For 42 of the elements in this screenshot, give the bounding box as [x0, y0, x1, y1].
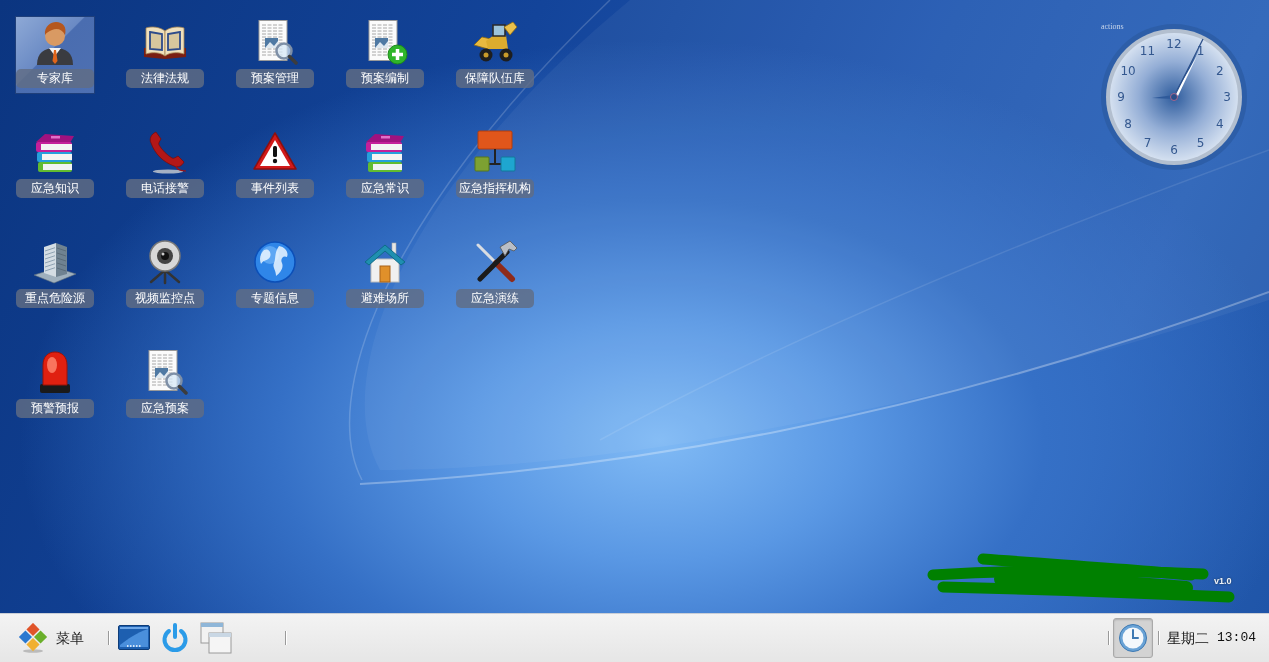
clock-numeral: 7	[1143, 135, 1152, 150]
org-chart-icon	[472, 129, 518, 175]
clock-numeral: 3	[1223, 90, 1231, 104]
clock-numeral: 12	[1166, 37, 1182, 51]
globe-icon	[252, 239, 298, 285]
desktop-shortcut[interactable]: 应急常识	[345, 126, 425, 204]
clock-numeral: 8	[1124, 116, 1132, 131]
house-icon	[362, 239, 408, 285]
desktop-shortcut[interactable]: 应急演练	[455, 236, 535, 314]
desktop-shortcut[interactable]: 预案编制	[345, 16, 425, 94]
desktop-shortcut[interactable]: 视频监控点	[125, 236, 205, 314]
clock-numeral: 5	[1196, 135, 1205, 150]
clock-numeral: 2	[1216, 63, 1224, 78]
desktop-shortcut[interactable]: 事件列表	[235, 126, 315, 204]
desktop-shortcut[interactable]: 应急指挥机构	[455, 126, 535, 204]
desktop-shortcut[interactable]: 法律法规	[125, 16, 205, 94]
clock-caption: actions	[1101, 22, 1124, 31]
clock-numeral: 4	[1216, 116, 1224, 131]
desktop-shortcut[interactable]: 预案管理	[235, 16, 315, 94]
desktop-shortcut[interactable]: 应急预案	[125, 346, 205, 424]
clock-numeral: 9	[1117, 90, 1125, 104]
power-icon[interactable]	[160, 623, 190, 653]
desktop-shortcut[interactable]: 专家库	[15, 16, 95, 94]
desktop-shortcut[interactable]: 保障队伍库	[455, 16, 535, 94]
weekday-text: 星期二	[1167, 628, 1209, 648]
desktop-shortcut[interactable]: 预警预报	[15, 346, 95, 424]
desktop-shortcut[interactable]: 专题信息	[235, 236, 315, 314]
desktop-shortcut[interactable]: 应急知识	[15, 126, 95, 204]
clock-button[interactable]	[1113, 618, 1153, 658]
desktop-screen-icon[interactable]	[118, 625, 150, 651]
clock-icon	[1118, 623, 1148, 653]
desktop-shortcut[interactable]: 电话接警	[125, 126, 205, 204]
desktop-shortcut[interactable]: 重点危险源	[15, 236, 95, 314]
start-menu-button[interactable]: 菜单	[18, 623, 84, 653]
version-label: v1.0	[1214, 576, 1232, 587]
clock-numeral: 11	[1139, 44, 1156, 59]
clock-numeral: 6	[1170, 143, 1178, 157]
clock-numeral: 1	[1196, 44, 1205, 59]
diamond-logo-icon	[18, 623, 48, 653]
time-text: 13:04	[1217, 629, 1256, 648]
desktop-shortcut[interactable]: 避难场所	[345, 236, 425, 314]
clock-numeral: 10	[1120, 63, 1136, 78]
